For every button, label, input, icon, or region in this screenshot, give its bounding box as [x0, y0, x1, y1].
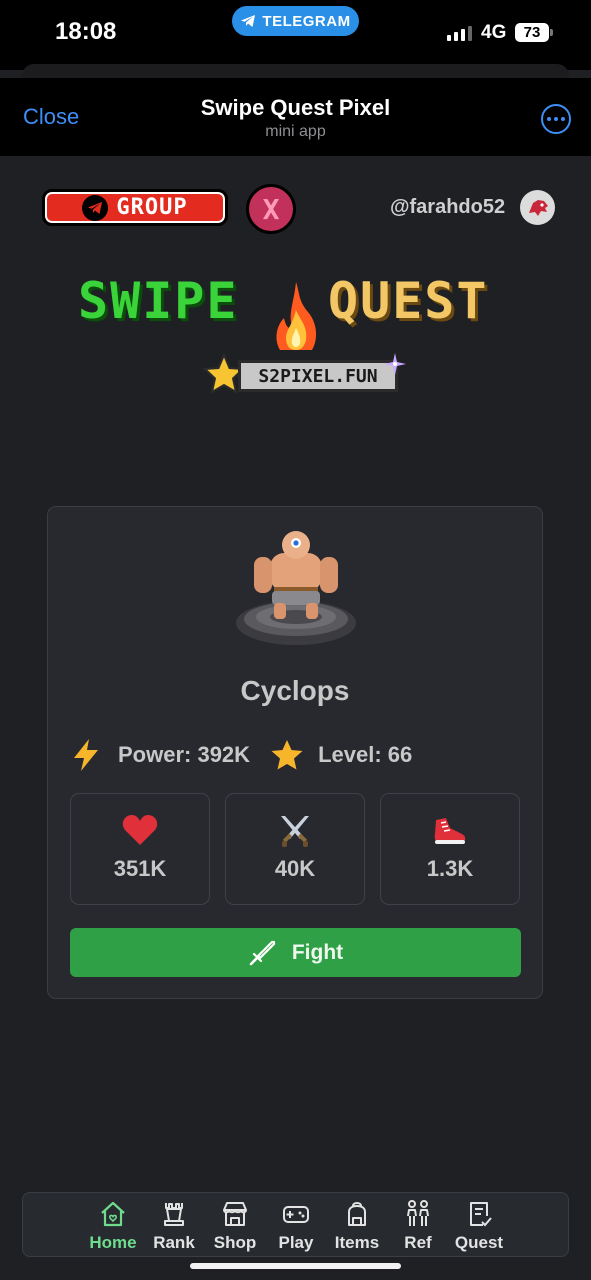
avatar[interactable] [520, 190, 555, 225]
people-icon [407, 1200, 429, 1226]
speed-value: 1.3K [426, 856, 474, 881]
telegram-icon [241, 15, 256, 27]
network-type: 4G [481, 22, 507, 43]
sword-icon [249, 940, 275, 965]
clock: 18:08 [55, 18, 117, 45]
heart-icon [122, 815, 158, 845]
level-label: Level: 66 [318, 742, 413, 767]
monster-name: Cyclops [240, 675, 350, 706]
health-tile: 351K [70, 793, 210, 905]
app-subtitle: mini app [265, 123, 326, 140]
dragon-avatar-icon [528, 199, 548, 216]
site-url: S2PIXEL.FUN [258, 365, 378, 387]
attack-tile: 40K [225, 793, 365, 905]
sparkle-icon [383, 352, 407, 381]
lightning-icon [74, 739, 98, 771]
attack-value: 40K [274, 856, 316, 881]
store-icon [223, 1202, 247, 1226]
nav-label: Quest [454, 1233, 504, 1252]
telegram-pill-label: TELEGRAM [262, 12, 351, 30]
battery-level: 73 [523, 24, 541, 41]
star-icon [271, 740, 303, 770]
signal-icon [447, 26, 472, 41]
monster-card: Cyclops Power: 392K Level: 66 351K 40K 1… [47, 506, 543, 999]
sneaker-icon [434, 818, 466, 844]
flame-icon [268, 280, 324, 365]
more-options-button[interactable] [541, 104, 571, 134]
fight-label: Fight [291, 940, 344, 964]
x-logo-icon: X [262, 192, 280, 226]
health-value: 351K [113, 856, 167, 881]
backpack-icon [348, 1202, 366, 1226]
telegram-pill[interactable]: TELEGRAM [232, 6, 359, 36]
miniapp-header: Close Swipe Quest Pixel mini app [0, 78, 591, 156]
x-social-button[interactable]: X [246, 184, 296, 234]
cyclops-sprite [234, 525, 358, 647]
nav-item-quest[interactable]: Quest [449, 1199, 509, 1255]
battery-icon: 73 [515, 23, 553, 42]
power-label: Power: 392K [118, 742, 251, 767]
monster-stats: Power: 392K Level: 66 [70, 735, 412, 775]
bottom-nav: Home Rank Shop Play Items Ref Quest [22, 1192, 569, 1257]
logo-word-swipe: SWIPE [78, 272, 239, 330]
chess-rook-icon [164, 1203, 184, 1226]
home-icon [101, 1201, 125, 1227]
speed-tile: 1.3K [380, 793, 520, 905]
group-label: GROUP [116, 195, 188, 220]
gamepad-icon [283, 1206, 309, 1223]
site-banner: S2PIXEL.FUN [238, 360, 398, 392]
username: @farahdo52 [390, 196, 506, 218]
checklist-icon [470, 1202, 492, 1227]
home-indicator [190, 1263, 401, 1269]
crossed-swords-icon [281, 816, 309, 847]
status-bar: 18:08 TELEGRAM 4G 73 [0, 0, 591, 70]
group-button[interactable]: GROUP [42, 189, 228, 226]
telegram-icon [82, 194, 109, 221]
app-title: Swipe Quest Pixel [200, 95, 391, 120]
logo-word-quest: QUEST [328, 272, 489, 330]
fight-button[interactable]: Fight [70, 928, 521, 977]
